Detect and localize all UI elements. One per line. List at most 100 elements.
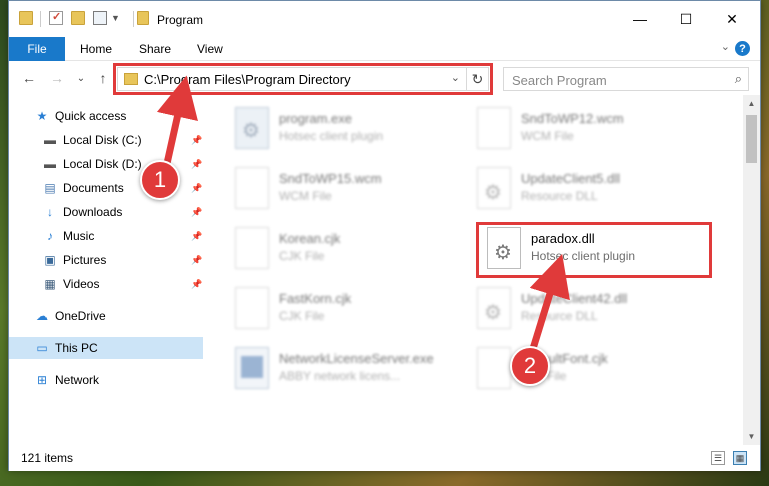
pin-icon[interactable]: 📌 [191,159,202,170]
file-type: WCM File [279,189,332,203]
file-type: CJK File [279,249,325,263]
pin-icon[interactable]: 📌 [191,231,202,242]
file-gear-icon [477,167,511,209]
file-blank-icon [235,227,269,269]
file-tile[interactable]: FastKorn.cjk CJK File [227,281,457,335]
file-tile[interactable]: SndToWP15.wcm WCM File [227,161,457,215]
tab-home[interactable]: Home [80,37,112,61]
drive-icon: ▬ [44,157,56,171]
forward-arrow-icon[interactable]: → [47,68,67,88]
properties-icon[interactable] [49,10,63,25]
back-arrow-icon[interactable]: ← [19,68,39,88]
minimize-button[interactable]: — [617,1,663,37]
pin-icon[interactable]: 📌 [191,183,202,194]
pin-icon[interactable]: 📌 [191,255,202,266]
sidebar-item-this-pc[interactable]: ▭ This PC [9,337,203,359]
status-bar: 121 items ☰ ▦ [9,445,760,471]
search-input[interactable]: Search Program ⌕ [503,67,749,91]
up-arrow-icon[interactable]: ↑ [93,68,113,88]
sidebar-item-label: Music [63,229,95,243]
folder-icon[interactable] [19,11,33,25]
item-count: 121 items [21,451,74,465]
address-dropdown-icon[interactable]: ⌄ [451,71,460,84]
scroll-up-icon[interactable]: ▲ [743,95,760,112]
pin-icon[interactable]: 📌 [191,279,202,290]
sidebar-item-downloads[interactable]: ↓ Downloads 📌 [9,201,203,223]
details-view-icon[interactable]: ☰ [711,451,725,465]
tiles-view-icon[interactable]: ▦ [733,451,747,465]
pin-icon[interactable]: 📌 [191,207,202,218]
file-tile[interactable]: Korean.cjk CJK File [227,221,457,275]
file-blank-icon [477,107,511,149]
file-blank-icon [235,167,269,209]
videos-icon: ▦ [44,277,56,291]
address-path[interactable]: C:\Program Files\Program Directory [144,72,351,87]
file-type: Hotsec client plugin [279,129,384,143]
sidebar-item-label: Videos [63,277,100,291]
file-name: program.exe [279,111,352,126]
file-name: UpdateClient42.dll [521,291,628,306]
sidebar-item-label: OneDrive [55,309,106,323]
file-type: ABBY network licens... [279,369,401,383]
drive-icon: ▬ [44,133,56,147]
callout-step-2: 2 [510,346,550,386]
vertical-scrollbar[interactable]: ▲ ▼ [743,95,760,445]
file-tile[interactable]: NetworkLicenseServer.exe ABBY network li… [227,341,457,395]
file-tile[interactable]: SndToWP12.wcm WCM File [469,101,699,155]
highlight-box [476,222,712,278]
refresh-icon[interactable]: ↻ [466,68,488,90]
sidebar-item-label: Documents [63,181,124,195]
file-name: SndToWP15.wcm [279,171,382,186]
computer-icon: ▭ [36,341,48,355]
ribbon-tabs: File Home Share View ⌄ ? [9,37,760,61]
network-icon: ⊞ [36,373,48,387]
file-blank-icon [235,287,269,329]
sidebar-item-label: This PC [55,341,98,355]
tab-file[interactable]: File [9,37,65,61]
sidebar-item-label: Network [55,373,100,387]
sidebar-item-onedrive[interactable]: ☁ OneDrive [9,305,203,327]
file-tile[interactable]: UpdateClient5.dll Resource DLL [469,161,699,215]
file-name: Korean.cjk [279,231,341,246]
new-folder-icon[interactable] [71,11,85,25]
folder-icon [124,73,138,85]
separator [40,11,41,27]
recent-locations-dropdown-icon[interactable]: ⌄ [71,68,91,88]
address-bar[interactable]: C:\Program Files\Program Directory ⌄ ↻ [113,63,493,95]
tab-share[interactable]: Share [139,37,171,61]
sidebar-item-label: Local Disk (D:) [63,157,142,171]
scroll-thumb[interactable] [746,115,757,163]
close-button[interactable]: ✕ [709,1,755,37]
scroll-down-icon[interactable]: ▼ [743,428,760,445]
tab-view[interactable]: View [197,37,223,61]
sidebar-item-label: Downloads [63,205,123,219]
maximize-button[interactable]: ☐ [663,1,709,37]
collapse-ribbon-icon[interactable]: ⌄ [721,40,730,53]
file-tile[interactable]: program.exe Hotsec client plugin [227,101,457,155]
sidebar-item-videos[interactable]: ▦ Videos 📌 [9,273,203,295]
sidebar-item-quick-access[interactable]: ★ Quick access [9,105,203,127]
sidebar-item-label: Pictures [63,253,107,267]
help-icon[interactable]: ? [735,41,750,56]
search-icon[interactable]: ⌕ [735,71,742,87]
star-icon: ★ [36,109,48,123]
pictures-icon: ▣ [44,253,56,267]
file-exe-icon [235,107,269,149]
sidebar-item-pictures[interactable]: ▣ Pictures 📌 [9,249,203,271]
file-type: Resource DLL [521,189,598,203]
file-tile[interactable]: DefaultFont.cjk CJK File [469,341,699,395]
separator [133,11,134,27]
sidebar-item-local-disk-c[interactable]: ▬ Local Disk (C:) 📌 [9,129,203,151]
sidebar-item-music[interactable]: ♪ Music 📌 [9,225,203,247]
sidebar-item-network[interactable]: ⊞ Network [9,369,203,391]
file-type: CJK File [279,309,325,323]
file-name: UpdateClient5.dll [521,171,621,186]
pin-icon[interactable]: 📌 [191,135,202,146]
quick-access-dropdown-icon[interactable]: ▼ [111,13,120,23]
file-name: NetworkLicenseServer.exe [279,351,434,366]
file-type: Resource DLL [521,309,598,323]
view-options-icon[interactable] [93,11,107,25]
minimize-icon: — [633,11,647,27]
file-tile[interactable]: UpdateClient42.dll Resource DLL [469,281,699,335]
navigation-pane: ★ Quick access ▬ Local Disk (C:) 📌 ▬ Loc… [9,99,203,439]
